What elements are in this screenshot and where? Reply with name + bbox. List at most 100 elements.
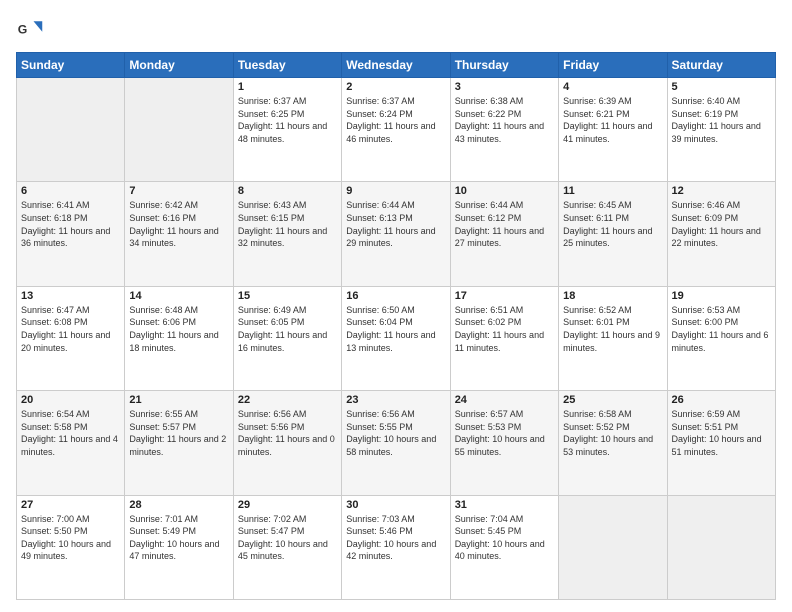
weekday-header-row: SundayMondayTuesdayWednesdayThursdayFrid…: [17, 53, 776, 78]
day-number: 13: [21, 290, 120, 302]
day-info: Sunrise: 6:57 AM Sunset: 5:53 PM Dayligh…: [455, 408, 554, 458]
day-number: 11: [563, 185, 662, 197]
calendar-cell: 23 Sunrise: 6:56 AM Sunset: 5:55 PM Dayli…: [342, 391, 450, 495]
day-number: 7: [129, 185, 228, 197]
day-number: 12: [672, 185, 771, 197]
calendar-table: SundayMondayTuesdayWednesdayThursdayFrid…: [16, 52, 776, 600]
day-info: Sunrise: 7:00 AM Sunset: 5:50 PM Dayligh…: [21, 513, 120, 563]
day-number: 8: [238, 185, 337, 197]
calendar-cell: 21Sunrise: 6:55 AM Sunset: 5:57 PM Dayli…: [125, 391, 233, 495]
day-number: 2: [346, 81, 445, 93]
day-info: Sunrise: 6:56 AM Sunset: 5:55 PM Dayligh…: [346, 408, 445, 458]
calendar-cell: 15 Sunrise: 6:49 AM Sunset: 6:05 PM Dayli…: [233, 286, 341, 390]
calendar-cell: [125, 78, 233, 182]
day-number: 4: [563, 81, 662, 93]
weekday-header-saturday: Saturday: [667, 53, 775, 78]
day-number: 24: [455, 394, 554, 406]
calendar-cell: 26 Sunrise: 6:59 AM Sunset: 5:51 PM Dayli…: [667, 391, 775, 495]
day-number: 6: [21, 185, 120, 197]
day-info: Sunrise: 7:02 AM Sunset: 5:47 PM Dayligh…: [238, 513, 337, 563]
calendar-cell: 19Sunrise: 6:53 AM Sunset: 6:00 PM Dayli…: [667, 286, 775, 390]
weekday-header-tuesday: Tuesday: [233, 53, 341, 78]
day-number: 1: [238, 81, 337, 93]
calendar-cell: 9 Sunrise: 6:44 AM Sunset: 6:13 PM Daylig…: [342, 182, 450, 286]
day-info: Sunrise: 6:47 AM Sunset: 6:08 PM Dayligh…: [21, 304, 120, 354]
calendar-cell: 29 Sunrise: 7:02 AM Sunset: 5:47 PM Dayli…: [233, 495, 341, 599]
logo: G: [16, 16, 48, 44]
calendar-cell: 10 Sunrise: 6:44 AM Sunset: 6:12 PM Dayli…: [450, 182, 558, 286]
calendar-cell: [667, 495, 775, 599]
day-info: Sunrise: 6:44 AM Sunset: 6:12 PM Dayligh…: [455, 199, 554, 249]
day-number: 23: [346, 394, 445, 406]
calendar-cell: 12 Sunrise: 6:46 AM Sunset: 6:09 PM Dayli…: [667, 182, 775, 286]
calendar-week-row: 20 Sunrise: 6:54 AM Sunset: 5:58 PM Dayli…: [17, 391, 776, 495]
day-info: Sunrise: 6:53 AM Sunset: 6:00 PM Dayligh…: [672, 304, 771, 354]
day-info: Sunrise: 7:03 AM Sunset: 5:46 PM Dayligh…: [346, 513, 445, 563]
day-info: Sunrise: 6:45 AM Sunset: 6:11 PM Dayligh…: [563, 199, 662, 249]
day-info: Sunrise: 6:44 AM Sunset: 6:13 PM Dayligh…: [346, 199, 445, 249]
calendar-cell: 7 Sunrise: 6:42 AM Sunset: 6:16 PM Daylig…: [125, 182, 233, 286]
weekday-header-friday: Friday: [559, 53, 667, 78]
day-info: Sunrise: 6:51 AM Sunset: 6:02 PM Dayligh…: [455, 304, 554, 354]
calendar-cell: 1 Sunrise: 6:37 AM Sunset: 6:25 PM Daylig…: [233, 78, 341, 182]
day-number: 29: [238, 499, 337, 511]
calendar-cell: 2 Sunrise: 6:37 AM Sunset: 6:24 PM Daylig…: [342, 78, 450, 182]
day-info: Sunrise: 6:58 AM Sunset: 5:52 PM Dayligh…: [563, 408, 662, 458]
calendar-cell: 6Sunrise: 6:41 AM Sunset: 6:18 PM Daylig…: [17, 182, 125, 286]
day-number: 16: [346, 290, 445, 302]
day-info: Sunrise: 6:56 AM Sunset: 5:56 PM Dayligh…: [238, 408, 337, 458]
day-info: Sunrise: 6:42 AM Sunset: 6:16 PM Dayligh…: [129, 199, 228, 249]
calendar-cell: [17, 78, 125, 182]
day-info: Sunrise: 6:39 AM Sunset: 6:21 PM Dayligh…: [563, 95, 662, 145]
calendar-cell: 31 Sunrise: 7:04 AM Sunset: 5:45 PM Dayli…: [450, 495, 558, 599]
day-number: 14: [129, 290, 228, 302]
calendar-cell: 16 Sunrise: 6:50 AM Sunset: 6:04 PM Dayli…: [342, 286, 450, 390]
day-number: 15: [238, 290, 337, 302]
day-number: 10: [455, 185, 554, 197]
calendar-cell: 17 Sunrise: 6:51 AM Sunset: 6:02 PM Dayli…: [450, 286, 558, 390]
day-number: 17: [455, 290, 554, 302]
day-info: Sunrise: 7:04 AM Sunset: 5:45 PM Dayligh…: [455, 513, 554, 563]
calendar-cell: 30 Sunrise: 7:03 AM Sunset: 5:46 PM Dayli…: [342, 495, 450, 599]
day-number: 28: [129, 499, 228, 511]
calendar-cell: 5 Sunrise: 6:40 AM Sunset: 6:19 PM Daylig…: [667, 78, 775, 182]
weekday-header-thursday: Thursday: [450, 53, 558, 78]
day-info: Sunrise: 7:01 AM Sunset: 5:49 PM Dayligh…: [129, 513, 228, 563]
day-info: Sunrise: 6:46 AM Sunset: 6:09 PM Dayligh…: [672, 199, 771, 249]
day-number: 3: [455, 81, 554, 93]
day-info: Sunrise: 6:37 AM Sunset: 6:24 PM Dayligh…: [346, 95, 445, 145]
calendar-cell: 28 Sunrise: 7:01 AM Sunset: 5:49 PM Dayli…: [125, 495, 233, 599]
day-info: Sunrise: 6:55 AM Sunset: 5:57 PM Dayligh…: [129, 408, 228, 458]
weekday-header-sunday: Sunday: [17, 53, 125, 78]
calendar-cell: [559, 495, 667, 599]
day-info: Sunrise: 6:43 AM Sunset: 6:15 PM Dayligh…: [238, 199, 337, 249]
calendar-cell: 25Sunrise: 6:58 AM Sunset: 5:52 PM Dayli…: [559, 391, 667, 495]
calendar-cell: 18Sunrise: 6:52 AM Sunset: 6:01 PM Dayli…: [559, 286, 667, 390]
day-info: Sunrise: 6:37 AM Sunset: 6:25 PM Dayligh…: [238, 95, 337, 145]
calendar-cell: 8 Sunrise: 6:43 AM Sunset: 6:15 PM Daylig…: [233, 182, 341, 286]
day-number: 5: [672, 81, 771, 93]
calendar-week-row: 1 Sunrise: 6:37 AM Sunset: 6:25 PM Daylig…: [17, 78, 776, 182]
day-number: 27: [21, 499, 120, 511]
day-number: 30: [346, 499, 445, 511]
day-number: 26: [672, 394, 771, 406]
day-info: Sunrise: 6:48 AM Sunset: 6:06 PM Dayligh…: [129, 304, 228, 354]
day-info: Sunrise: 6:49 AM Sunset: 6:05 PM Dayligh…: [238, 304, 337, 354]
calendar-cell: 27 Sunrise: 7:00 AM Sunset: 5:50 PM Dayli…: [17, 495, 125, 599]
day-number: 9: [346, 185, 445, 197]
calendar-cell: 14 Sunrise: 6:48 AM Sunset: 6:06 PM Dayli…: [125, 286, 233, 390]
day-info: Sunrise: 6:54 AM Sunset: 5:58 PM Dayligh…: [21, 408, 120, 458]
calendar-week-row: 13 Sunrise: 6:47 AM Sunset: 6:08 PM Dayli…: [17, 286, 776, 390]
day-number: 31: [455, 499, 554, 511]
calendar-week-row: 27 Sunrise: 7:00 AM Sunset: 5:50 PM Dayli…: [17, 495, 776, 599]
calendar-cell: 4 Sunrise: 6:39 AM Sunset: 6:21 PM Daylig…: [559, 78, 667, 182]
day-info: Sunrise: 6:59 AM Sunset: 5:51 PM Dayligh…: [672, 408, 771, 458]
calendar-cell: 3 Sunrise: 6:38 AM Sunset: 6:22 PM Daylig…: [450, 78, 558, 182]
day-info: Sunrise: 6:50 AM Sunset: 6:04 PM Dayligh…: [346, 304, 445, 354]
day-number: 20: [21, 394, 120, 406]
day-info: Sunrise: 6:40 AM Sunset: 6:19 PM Dayligh…: [672, 95, 771, 145]
day-info: Sunrise: 6:38 AM Sunset: 6:22 PM Dayligh…: [455, 95, 554, 145]
calendar-week-row: 6Sunrise: 6:41 AM Sunset: 6:18 PM Daylig…: [17, 182, 776, 286]
day-number: 22: [238, 394, 337, 406]
day-number: 18: [563, 290, 662, 302]
